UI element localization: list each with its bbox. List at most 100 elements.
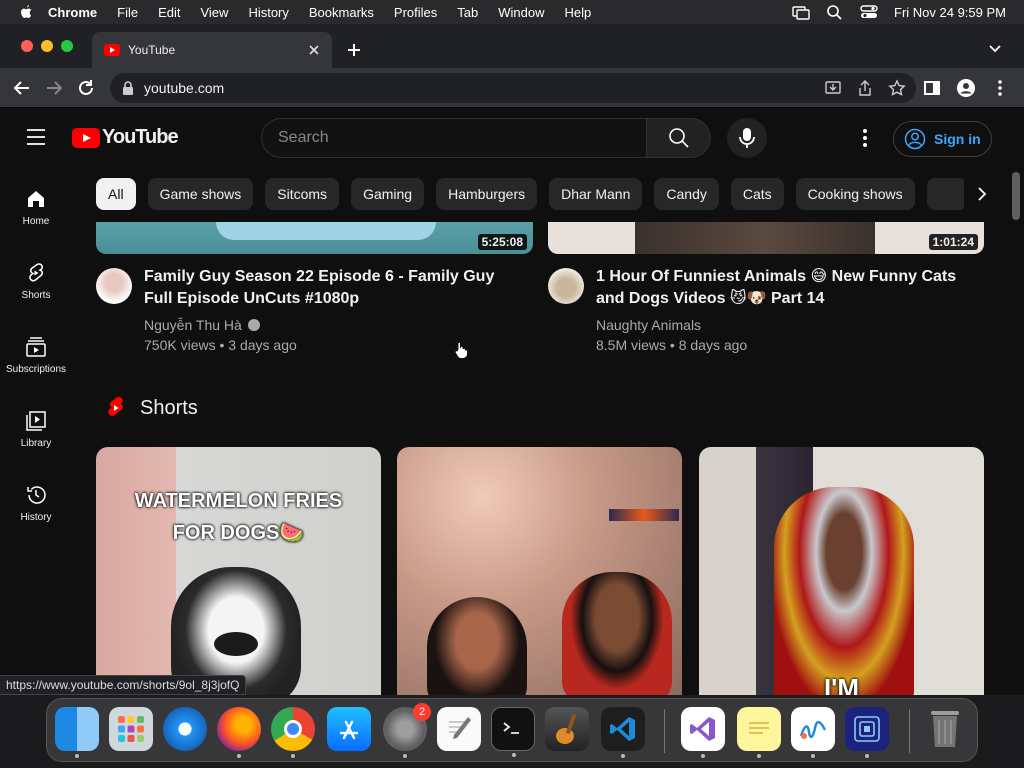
running-indicator: [811, 754, 815, 758]
zoom-window-button[interactable]: [61, 40, 73, 52]
install-app-icon[interactable]: [824, 79, 842, 97]
channel-name[interactable]: Naughty Animals: [596, 317, 701, 333]
trash-icon[interactable]: [923, 707, 967, 751]
youtube-favicon-icon: [104, 44, 120, 56]
close-tab-icon[interactable]: [306, 42, 322, 58]
finder-icon[interactable]: [55, 707, 99, 758]
garageband-icon[interactable]: [545, 707, 589, 751]
close-window-button[interactable]: [21, 40, 33, 52]
menu-app-name[interactable]: Chrome: [48, 5, 97, 20]
chip-all[interactable]: All: [96, 178, 136, 210]
control-center-icon[interactable]: [860, 4, 878, 20]
chips-next-button[interactable]: [964, 178, 1000, 210]
chip-candy[interactable]: Candy: [654, 178, 719, 210]
menu-view[interactable]: View: [200, 5, 228, 20]
chrome-icon[interactable]: [271, 707, 315, 758]
sign-in-button[interactable]: Sign in: [893, 121, 992, 157]
menu-tab[interactable]: Tab: [457, 5, 478, 20]
freeform-scribble-icon: [799, 720, 827, 739]
chip-gaming[interactable]: Gaming: [351, 178, 425, 210]
tab-search-chevron-icon[interactable]: [988, 42, 1002, 56]
system-settings-icon[interactable]: 2: [383, 703, 431, 758]
browser-tab-youtube[interactable]: YouTube: [92, 32, 332, 68]
verified-badge-icon: [247, 319, 260, 331]
address-url[interactable]: youtube.com: [144, 80, 224, 96]
menu-bookmarks[interactable]: Bookmarks: [309, 5, 374, 20]
side-panel-icon[interactable]: [922, 78, 942, 98]
short-card[interactable]: WATERMELON FRIES FOR DOGS🍉: [96, 447, 381, 697]
sidebar-item-library[interactable]: Library: [0, 390, 72, 464]
menu-window[interactable]: Window: [498, 5, 544, 20]
app-store-a-icon: [339, 720, 359, 740]
menubar-clock[interactable]: Fri Nov 24 9:59 PM: [894, 5, 1006, 20]
visual-studio-icon[interactable]: [681, 707, 725, 758]
search-button[interactable]: [647, 118, 711, 158]
video-thumbnail[interactable]: 1:01:24: [548, 222, 984, 254]
profile-avatar-icon[interactable]: [956, 78, 976, 98]
dock-divider: [664, 709, 665, 753]
chrome-menu-icon[interactable]: [990, 78, 1010, 98]
youtube-logo[interactable]: YouTube: [72, 126, 179, 149]
vscode-logo-icon: [610, 717, 635, 741]
vscode-icon[interactable]: [601, 707, 645, 758]
short-card[interactable]: I'M: [699, 447, 984, 697]
bookmark-star-icon[interactable]: [888, 79, 906, 97]
screen-sharing-icon[interactable]: [845, 707, 889, 758]
textedit-icon[interactable]: [437, 707, 481, 751]
forward-arrow-icon[interactable]: [44, 78, 64, 98]
menu-file[interactable]: File: [117, 5, 138, 20]
lock-icon[interactable]: [122, 81, 134, 95]
chip-game-shows[interactable]: Game shows: [147, 178, 254, 210]
chip-dhar-mann[interactable]: Dhar Mann: [549, 178, 643, 210]
menu-profiles[interactable]: Profiles: [394, 5, 437, 20]
new-tab-icon[interactable]: [344, 40, 364, 60]
voice-search-button[interactable]: [727, 118, 767, 158]
channel-avatar[interactable]: [548, 268, 584, 304]
chip-cooking-shows[interactable]: Cooking shows: [795, 178, 915, 210]
minimize-window-button[interactable]: [41, 40, 53, 52]
video-title[interactable]: 1 Hour Of Funniest Animals 😅 New Funny C…: [596, 266, 976, 310]
menu-help[interactable]: Help: [565, 5, 592, 20]
chip-cats[interactable]: Cats: [730, 178, 784, 210]
firefox-icon[interactable]: [217, 707, 261, 758]
chrome-center-icon: [284, 720, 302, 738]
video-title[interactable]: Family Guy Season 22 Episode 6 - Family …: [144, 266, 524, 310]
subscriptions-icon: [26, 337, 46, 357]
spotlight-search-icon[interactable]: [826, 4, 844, 20]
reload-icon[interactable]: [76, 78, 96, 98]
app-store-icon[interactable]: [327, 707, 371, 751]
safari-icon[interactable]: [163, 707, 207, 751]
sidebar-item-subscriptions[interactable]: Subscriptions: [0, 316, 72, 390]
sidebar-item-history[interactable]: History: [0, 464, 72, 538]
menu-edit[interactable]: Edit: [158, 5, 180, 20]
chip-partial[interactable]: [926, 178, 967, 210]
chip-hamburgers[interactable]: Hamburgers: [436, 178, 538, 210]
sidebar-item-label: History: [20, 512, 52, 523]
back-arrow-icon[interactable]: [12, 78, 32, 98]
channel-name[interactable]: Nguyễn Thu Hà: [144, 317, 242, 333]
menu-history[interactable]: History: [248, 5, 288, 20]
sidebar-item-shorts[interactable]: Shorts: [0, 242, 72, 316]
share-icon[interactable]: [856, 79, 874, 97]
thumbnail-art: [216, 222, 436, 240]
settings-kebab-icon[interactable]: [855, 128, 875, 148]
hamburger-menu-icon[interactable]: [26, 128, 46, 146]
video-thumbnail[interactable]: 5:25:08: [96, 222, 533, 254]
terminal-icon[interactable]: [491, 707, 535, 757]
dock-divider: [909, 709, 910, 753]
freeform-icon[interactable]: [791, 707, 835, 758]
apple-icon[interactable]: [18, 4, 34, 20]
short-card[interactable]: [397, 447, 682, 697]
chip-sitcoms[interactable]: Sitcoms: [265, 178, 340, 210]
running-indicator: [701, 754, 705, 758]
channel-avatar[interactable]: [96, 268, 132, 304]
search-box[interactable]: [261, 118, 647, 158]
tab-title: YouTube: [128, 43, 176, 57]
launchpad-icon[interactable]: [109, 707, 153, 751]
sidebar-item-home[interactable]: Home: [0, 168, 72, 242]
address-bar[interactable]: youtube.com: [110, 73, 916, 103]
screen-mirroring-icon[interactable]: [792, 4, 810, 20]
stickies-icon[interactable]: [737, 707, 781, 758]
page-scrollbar-thumb[interactable]: [1012, 172, 1020, 220]
search-input[interactable]: [278, 129, 646, 147]
